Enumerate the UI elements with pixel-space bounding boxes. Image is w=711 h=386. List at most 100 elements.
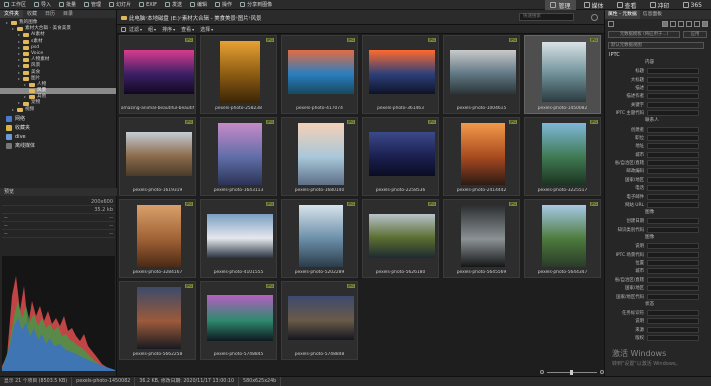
metadata-field-input[interactable] bbox=[647, 193, 699, 200]
thumbnail-image[interactable] bbox=[460, 205, 505, 267]
apply-button[interactable]: 应用 bbox=[683, 31, 707, 38]
thumbnail-item[interactable]: JPG pexels-photo-5748848 bbox=[281, 281, 358, 360]
breadcrumb-item[interactable]: 此电脑 bbox=[129, 14, 145, 22]
settings-icon[interactable] bbox=[702, 21, 708, 27]
metadata-field-input[interactable] bbox=[647, 285, 699, 292]
metadata-field-input[interactable] bbox=[647, 134, 699, 141]
thumbnail-image[interactable] bbox=[368, 132, 435, 176]
zoom-out-icon[interactable] bbox=[540, 370, 544, 374]
metadata-field-input[interactable] bbox=[647, 218, 699, 225]
breadcrumb-item[interactable]: 图片 bbox=[238, 14, 249, 22]
thumbnail-item[interactable]: JPG pexels-photo-1680140 bbox=[281, 117, 358, 196]
layout-icon-3[interactable] bbox=[678, 21, 684, 27]
metadata-field-input[interactable] bbox=[647, 68, 699, 75]
metadata-field-input[interactable] bbox=[647, 276, 699, 283]
thumbnail-image[interactable] bbox=[287, 50, 354, 94]
breadcrumb-item[interactable]: 风景 bbox=[251, 14, 262, 22]
metadata-field-input[interactable] bbox=[647, 251, 699, 258]
special-folder-1[interactable]: 收藏夹 bbox=[0, 124, 116, 133]
metadata-field-input[interactable] bbox=[647, 268, 699, 275]
thumbnail-image[interactable] bbox=[541, 42, 586, 102]
thumbnail-image[interactable] bbox=[123, 50, 194, 94]
layout-icon-4[interactable] bbox=[686, 21, 692, 27]
metadata-field-input[interactable] bbox=[647, 243, 699, 250]
metadata-field-input[interactable] bbox=[647, 76, 699, 83]
thumbnail-item[interactable]: JPG amazing-animal-beautiful-beautif bbox=[119, 35, 196, 114]
metadata-field-input[interactable] bbox=[647, 126, 699, 133]
menu-item-3[interactable]: 管理 bbox=[80, 0, 105, 10]
thumbnail-image[interactable] bbox=[136, 287, 181, 349]
layout-icon-5[interactable] bbox=[694, 21, 700, 27]
special-folder-2[interactable]: dive bbox=[0, 133, 116, 142]
metadata-field-input[interactable] bbox=[647, 318, 699, 325]
mode-tab-0[interactable]: 管理 bbox=[545, 0, 576, 10]
metadata-field-input[interactable] bbox=[647, 226, 699, 233]
thumbnail-image[interactable] bbox=[206, 214, 273, 258]
menu-item-9[interactable]: 分享到图像 bbox=[236, 0, 276, 10]
thumbnail-image[interactable] bbox=[449, 50, 516, 94]
metadata-field-input[interactable] bbox=[647, 84, 699, 91]
menu-item-2[interactable]: 批量 bbox=[55, 0, 80, 10]
menu-item-7[interactable]: 编辑 bbox=[186, 0, 211, 10]
left-tab-0[interactable]: 文件夹 bbox=[0, 10, 24, 18]
metadata-view-select[interactable]: 默认元数据视图 bbox=[608, 42, 704, 49]
breadcrumb-item[interactable]: 本地磁盘 (E:) bbox=[147, 14, 180, 22]
thumbnail-item[interactable]: JPG pexels-photo-5202289 bbox=[281, 199, 358, 278]
filter-item-4[interactable]: 选择 ▾ bbox=[197, 26, 216, 33]
metadata-field-input[interactable] bbox=[647, 176, 699, 183]
breadcrumb-item[interactable]: 素材大合辑 - 美食美景 bbox=[182, 14, 236, 22]
thumbnail-image[interactable] bbox=[217, 123, 262, 185]
menu-item-8[interactable]: 操作 bbox=[211, 0, 236, 10]
metadata-field-input[interactable] bbox=[647, 143, 699, 150]
thumbnail-item[interactable]: JPG pexels-photo-5644347 bbox=[524, 199, 601, 278]
iptc-section-header[interactable]: IPTC bbox=[605, 51, 711, 59]
metadata-field-input[interactable] bbox=[647, 202, 699, 209]
thumbnail-item[interactable]: JPG pexels-photo-3225517 bbox=[524, 117, 601, 196]
right-tab-0[interactable]: 属性 - 元数据 bbox=[605, 10, 640, 19]
zoom-track[interactable] bbox=[547, 369, 597, 375]
thumbnail-image[interactable] bbox=[368, 214, 435, 258]
thumbnail-item[interactable]: JPG pexels-photo-1450082 bbox=[524, 35, 601, 114]
thumbnail-item[interactable]: JPG pexels-photo-417074 bbox=[281, 35, 358, 114]
thumbnail-item[interactable]: JPG pexels-photo-361463 bbox=[362, 35, 439, 114]
thumbnail-item[interactable]: JPG pexels-photo-4101555 bbox=[200, 199, 277, 278]
left-tab-2[interactable]: 日历 bbox=[41, 10, 59, 18]
thumbnail-item[interactable]: JPG pexels-photo-5626180 bbox=[362, 199, 439, 278]
metadata-field-input[interactable] bbox=[647, 151, 699, 158]
thumbnail-image[interactable] bbox=[541, 123, 586, 185]
right-tab-1[interactable]: 信息面板 bbox=[640, 10, 665, 19]
thumbnail-image[interactable] bbox=[368, 50, 435, 94]
mode-tab-1[interactable]: 媒体 bbox=[579, 0, 609, 10]
mode-tab-3[interactable]: 冲印 bbox=[645, 0, 675, 10]
mode-tab-4[interactable]: 365 bbox=[678, 0, 707, 10]
thumbnail-item[interactable]: JPG pexels-photo-2258536 bbox=[362, 117, 439, 196]
metadata-template-select[interactable]: 元数据模板 (将应用于...) bbox=[608, 31, 680, 38]
metadata-field-input[interactable] bbox=[647, 160, 699, 167]
thumbnail-image[interactable] bbox=[541, 205, 586, 267]
thumbnail-image[interactable] bbox=[125, 132, 192, 176]
layout-icon-1[interactable] bbox=[662, 21, 668, 27]
metadata-field-input[interactable] bbox=[647, 110, 699, 117]
metadata-field-input[interactable] bbox=[647, 260, 699, 266]
thumbnail-item[interactable]: JPG pexels-photo-3284167 bbox=[119, 199, 196, 278]
metadata-field-input[interactable] bbox=[647, 101, 699, 108]
thumbnail-item[interactable]: JPG pexels-photo-1619319 bbox=[119, 117, 196, 196]
filter-item-1[interactable]: 组 ▾ bbox=[145, 26, 159, 33]
thumbnail-item[interactable]: JPG pexels-photo-5748845 bbox=[200, 281, 277, 360]
search-input[interactable]: 快速搜索 bbox=[519, 13, 574, 21]
metadata-field-input[interactable] bbox=[647, 93, 699, 100]
zoom-slider[interactable] bbox=[540, 369, 604, 375]
filter-item-2[interactable]: 排序 ▾ bbox=[159, 26, 178, 33]
thumbnail-image[interactable] bbox=[298, 205, 343, 267]
metadata-field-input[interactable] bbox=[647, 168, 699, 175]
thumbnail-image[interactable] bbox=[219, 41, 260, 103]
zoom-handle[interactable] bbox=[569, 369, 573, 375]
thumbnail-item[interactable]: JPG pexels-photo-1004615 bbox=[443, 35, 520, 114]
thumbnail-item[interactable]: JPG pexels-photo-258238 bbox=[200, 35, 277, 114]
metadata-field-input[interactable] bbox=[647, 335, 699, 342]
left-tab-1[interactable]: 收藏 bbox=[23, 10, 41, 18]
mode-tab-2[interactable]: 查看 bbox=[612, 0, 642, 10]
special-folder-3[interactable]: 离线媒体 bbox=[0, 142, 116, 151]
thumbnail-item[interactable]: JPG pexels-photo-2414442 bbox=[443, 117, 520, 196]
thumbnail-item[interactable]: JPG pexels-photo-5645569 bbox=[443, 199, 520, 278]
